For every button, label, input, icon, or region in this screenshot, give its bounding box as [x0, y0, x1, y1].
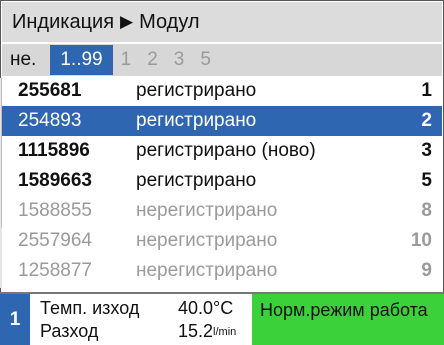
module-number: 9 [421, 260, 432, 281]
list-item[interactable]: 1588855 нерегистрирано 8 [2, 196, 442, 226]
flow-unit: l/min [213, 326, 237, 338]
tab-2[interactable]: 2 [139, 45, 166, 75]
flow-value-number: 15.2 [178, 321, 214, 341]
status-text: Норм.режим работа [260, 300, 428, 320]
tab-1-99[interactable]: 1..99 [50, 45, 113, 75]
title-indication: Индикация [12, 10, 115, 33]
module-id: 254893 [18, 110, 82, 131]
module-id: 1115896 [18, 140, 90, 161]
module-number: 3 [421, 140, 432, 161]
flow-label: Разход [40, 321, 99, 341]
list-item[interactable]: 255681 регистрирано 1 [2, 76, 442, 106]
title-arrow-icon: ▶ [120, 12, 134, 31]
module-number: 1 [421, 80, 432, 101]
module-id: 1258877 [18, 260, 92, 281]
module-status: нерегистрирано [136, 230, 278, 251]
tab-bar: не. 1..99 1 2 3 5 [2, 44, 442, 76]
module-status: регистрирано [136, 170, 257, 191]
tab-ne[interactable]: не. [2, 45, 44, 75]
module-list: 255681 регистрирано 1 254893 регистриран… [2, 76, 442, 291]
temp-label: Темп. изход [40, 298, 140, 318]
list-item-selected[interactable]: 254893 регистрирано 2 [2, 106, 442, 136]
module-status: регистрирано (ново) [136, 140, 316, 161]
module-status: регистрирано [136, 80, 257, 101]
title-module: Модул [139, 10, 200, 33]
module-id: 1589663 [18, 170, 92, 191]
module-number: 10 [410, 230, 432, 251]
list-item[interactable]: 1115896 регистрирано (ново) 3 [2, 136, 442, 166]
tab-3[interactable]: 3 [166, 45, 193, 75]
module-id: 255681 [18, 80, 82, 101]
status-bar: 1 Темп. изход 40.0°C Разход 15.2l/min Но… [0, 294, 444, 345]
temp-value: 40.0°C [178, 298, 234, 318]
module-number: 2 [421, 110, 432, 131]
module-id: 2557964 [18, 230, 92, 251]
list-item[interactable]: 1589663 регистрирано 5 [2, 166, 442, 196]
module-number: 8 [421, 200, 432, 221]
list-item[interactable]: 1258877 нерегистрирано 9 [2, 256, 442, 286]
module-number: 5 [421, 170, 432, 191]
module-status: нерегистрирано [136, 260, 278, 281]
module-status: регистрирано [136, 110, 257, 131]
status-indicator: Норм.режим работа [252, 294, 444, 345]
module-badge: 1 [0, 294, 30, 345]
list-item[interactable]: 2557964 нерегистрирано 10 [2, 226, 442, 256]
flow-value: 15.2l/min [178, 321, 236, 342]
tab-5[interactable]: 5 [192, 45, 219, 75]
module-id: 1588855 [18, 200, 92, 221]
tab-1[interactable]: 1 [113, 45, 140, 75]
module-status: нерегистрирано [136, 200, 278, 221]
title-bar: Индикация ▶ Модул [2, 2, 442, 42]
